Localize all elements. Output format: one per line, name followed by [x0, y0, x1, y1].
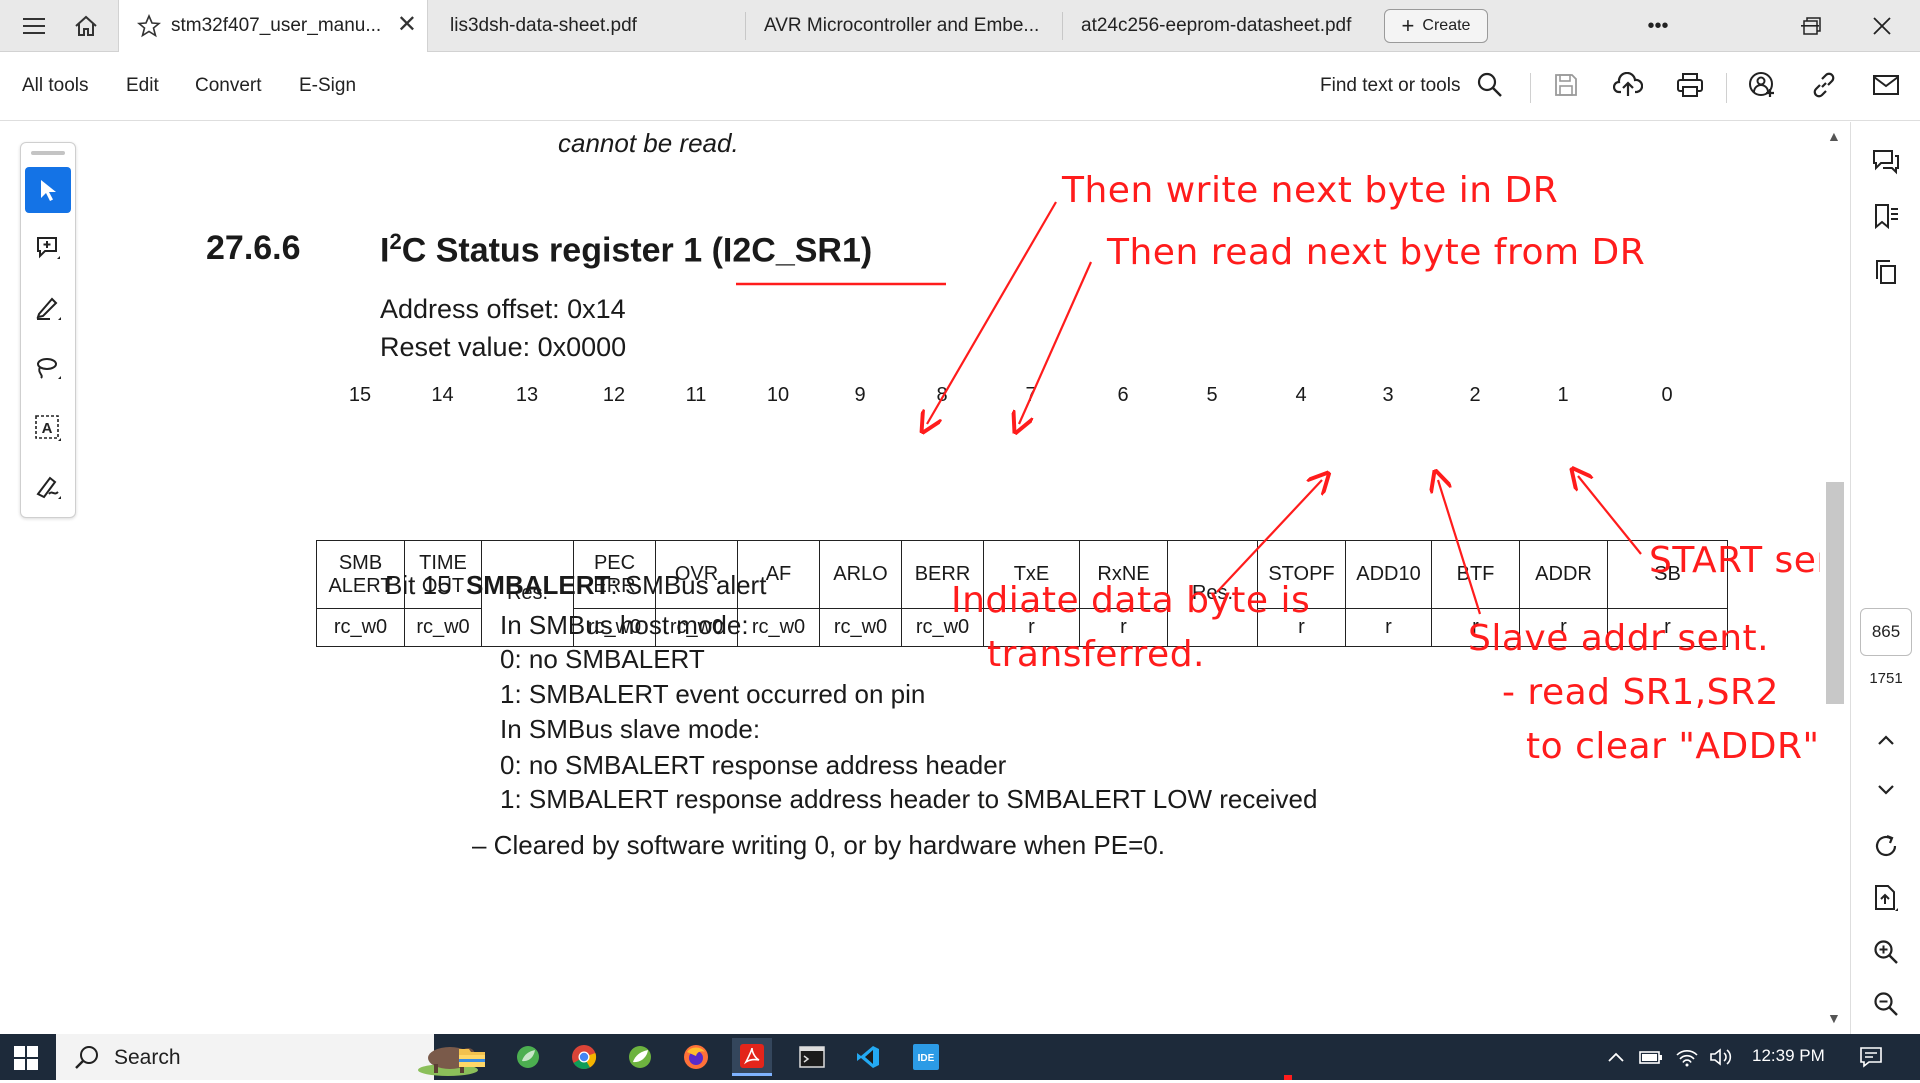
document-view[interactable]: cannot be read. 27.6.6 I2C Status regist… — [110, 122, 1820, 1034]
refresh-icon[interactable] — [1866, 826, 1906, 866]
page-total: 1751 — [1869, 670, 1903, 687]
tab-label: stm32f407_user_manu... — [171, 15, 382, 36]
right-panel: 865 1751 — [1850, 122, 1920, 1034]
find-text-or-tools[interactable]: Find text or tools — [1320, 75, 1460, 97]
page-number-input[interactable]: 865 — [1860, 608, 1912, 656]
tab-label: at24c256-eeprom-datasheet.pdf — [1081, 15, 1352, 36]
menu-edit[interactable]: Edit — [126, 75, 159, 97]
file-explorer-icon[interactable] — [452, 1038, 492, 1076]
tab-label: AVR Microcontroller and Embe... — [764, 15, 1040, 36]
pen-icon[interactable] — [25, 285, 71, 331]
windows-start-icon[interactable] — [14, 1046, 38, 1075]
red-marker — [1284, 1075, 1292, 1080]
volume-icon[interactable] — [1708, 1044, 1734, 1070]
menu-esign[interactable]: E-Sign — [299, 75, 356, 97]
clock[interactable]: 12:39 PM — [1752, 1046, 1825, 1066]
arrow-addr — [1438, 480, 1482, 615]
annotation-txe: Then write next byte in DR — [1062, 170, 1559, 211]
terminal-icon[interactable] — [792, 1038, 832, 1076]
taskbar-search-label: Search — [114, 1046, 181, 1069]
copy-icon[interactable] — [1866, 252, 1906, 292]
comment-icon[interactable] — [25, 225, 71, 271]
text-select-icon[interactable]: A — [25, 405, 71, 451]
chevron-up-icon[interactable] — [1603, 1044, 1629, 1070]
bookmark-icon[interactable] — [1866, 196, 1906, 236]
toolbar-grip[interactable] — [31, 151, 65, 155]
scroll-up-icon[interactable]: ▲ — [1827, 128, 1841, 144]
search-icon — [74, 1044, 100, 1075]
scroll-thumb[interactable] — [1826, 482, 1844, 704]
arrow-txe — [927, 201, 1057, 424]
vertical-scrollbar[interactable]: ▲ ▼ — [1822, 122, 1848, 1034]
arrow-btf — [1216, 480, 1322, 593]
menu-all-tools[interactable]: All tools — [22, 75, 89, 97]
tab-lis3dsh[interactable]: lis3dsh-data-sheet.pdf — [430, 0, 745, 52]
cursor-icon[interactable] — [25, 167, 71, 213]
acrobat-icon[interactable] — [732, 1038, 772, 1076]
hamburger-icon[interactable] — [8, 0, 60, 52]
menu-convert[interactable]: Convert — [195, 75, 262, 97]
taskbar-search[interactable]: Search — [56, 1034, 478, 1080]
tab-stm32-manual[interactable]: stm32f407_user_manu... ✕ — [118, 0, 428, 52]
link-icon[interactable] — [1804, 65, 1844, 105]
chevron-up-icon[interactable] — [1866, 720, 1906, 760]
plus-icon: + — [1401, 13, 1415, 38]
mail-icon[interactable] — [1866, 65, 1906, 105]
star-icon[interactable] — [137, 14, 161, 38]
leaf-app-icon[interactable] — [508, 1038, 548, 1076]
home-icon[interactable] — [60, 0, 112, 52]
firefox-icon[interactable] — [676, 1038, 716, 1076]
svg-text:A: A — [42, 420, 53, 437]
left-toolbar: A — [20, 142, 76, 518]
export-icon[interactable] — [1866, 878, 1906, 918]
create-button[interactable]: + Create — [1384, 9, 1488, 43]
notification-icon[interactable] — [1858, 1044, 1884, 1070]
wifi-icon[interactable] — [1674, 1044, 1700, 1070]
close-icon[interactable]: ✕ — [397, 10, 417, 39]
annotation-btf-1: Indiate data byte is — [951, 580, 1311, 621]
annotation-sb: START sent. — [1649, 540, 1820, 581]
more-icon[interactable]: ••• — [1628, 0, 1688, 52]
restore-icon[interactable] — [1782, 0, 1842, 52]
scroll-down-icon[interactable]: ▼ — [1827, 1010, 1841, 1026]
taskbar: Search IDE 12:39 PM — [0, 1034, 1920, 1080]
print-icon[interactable] — [1670, 65, 1710, 105]
tab-bar: stm32f407_user_manu... ✕ lis3dsh-data-sh… — [0, 0, 1920, 52]
svg-text:IDE: IDE — [918, 1053, 935, 1064]
create-label: Create — [1422, 17, 1471, 34]
upload-icon[interactable] — [1608, 65, 1648, 105]
zoom-in-icon[interactable] — [1866, 932, 1906, 972]
tab-avr[interactable]: AVR Microcontroller and Embe... — [746, 0, 1062, 52]
chat-icon[interactable] — [1866, 142, 1906, 182]
annotation-addr-1: Slave addr sent. — [1468, 618, 1770, 659]
tab-label: lis3dsh-data-sheet.pdf — [450, 15, 637, 36]
lasso-icon[interactable] — [25, 345, 71, 391]
save-icon[interactable] — [1546, 65, 1586, 105]
add-user-icon[interactable] — [1742, 65, 1782, 105]
chevron-down-icon[interactable] — [1866, 770, 1906, 810]
arrow-rxne — [1019, 261, 1093, 424]
annotation-addr-2: - read SR1,SR2 — [1502, 672, 1779, 713]
menu-bar: All tools Edit Convert E-Sign Find text … — [0, 53, 1920, 121]
tab-at24c256[interactable]: at24c256-eeprom-datasheet.pdf — [1063, 0, 1373, 52]
spring-app-icon[interactable] — [620, 1038, 660, 1076]
annotation-addr-3: to clear "ADDR" — [1526, 726, 1820, 767]
arrow-sb — [1578, 476, 1642, 555]
close-window-icon[interactable] — [1852, 0, 1912, 52]
sign-icon[interactable] — [25, 463, 71, 509]
chrome-icon[interactable] — [564, 1038, 604, 1076]
zoom-out-icon[interactable] — [1866, 984, 1906, 1024]
search-icon[interactable] — [1470, 65, 1510, 105]
annotation-btf-2: transferred. — [987, 634, 1205, 675]
ide-icon[interactable]: IDE — [906, 1038, 946, 1076]
battery-icon[interactable] — [1638, 1044, 1664, 1070]
annotation-rxne: Then read next byte from DR — [1107, 232, 1646, 273]
vscode-icon[interactable] — [848, 1038, 888, 1076]
